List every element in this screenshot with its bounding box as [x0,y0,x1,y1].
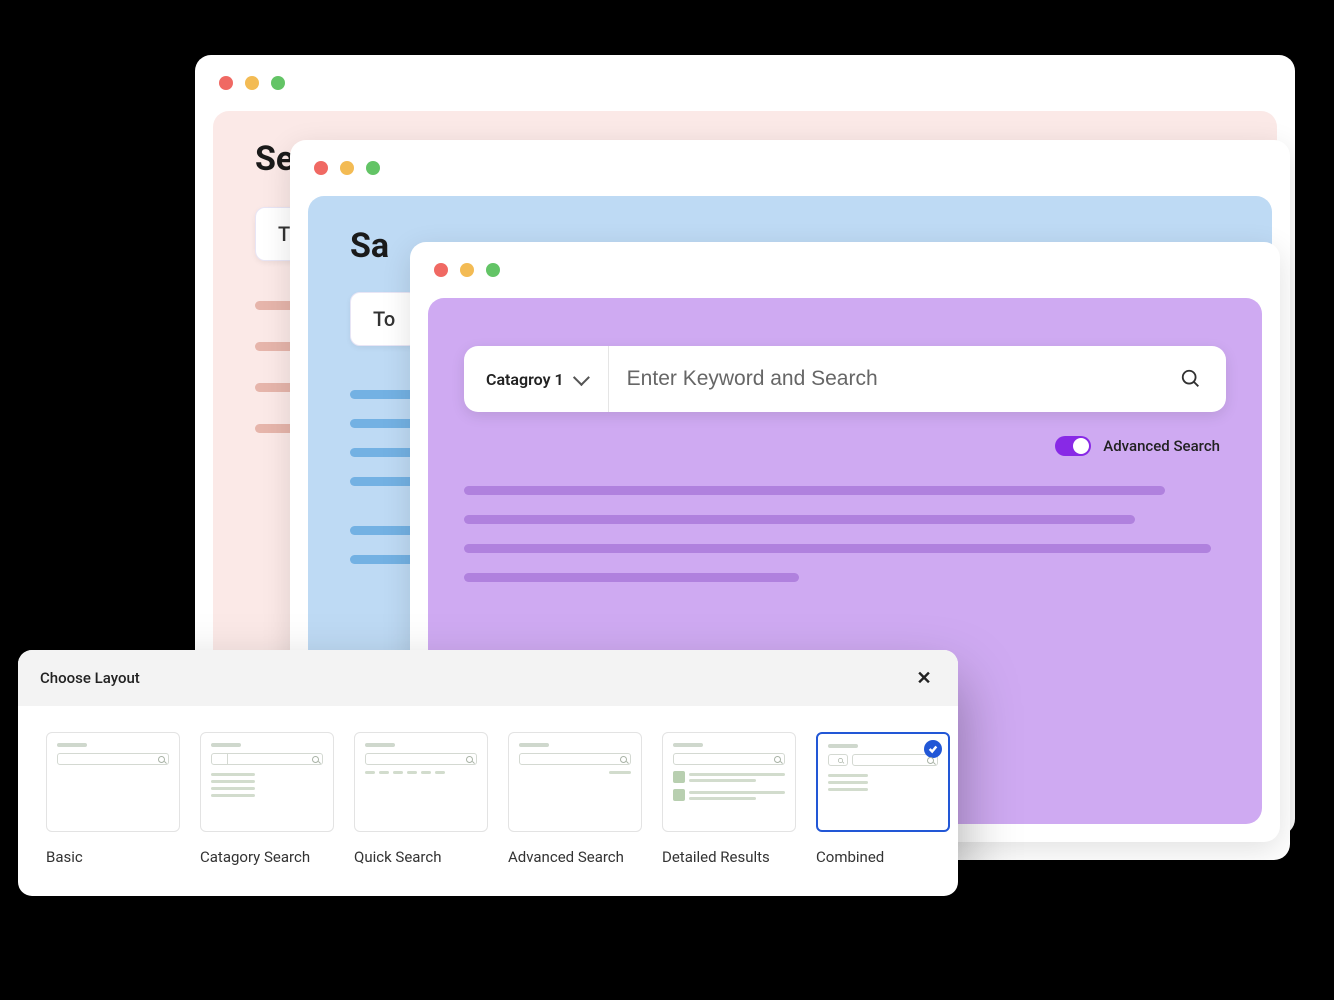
category-select[interactable]: Catagroy 1 [464,346,609,412]
placeholder-lines [464,486,1226,582]
layout-label: Advanced Search [508,848,642,866]
thumbnail [46,732,180,832]
zoom-dot-icon[interactable] [486,263,500,277]
minimize-dot-icon[interactable] [340,161,354,175]
chevron-down-icon [573,369,590,386]
layout-option-detailed-results[interactable]: Detailed Results [662,732,796,866]
window-controls [290,140,1290,196]
close-icon[interactable]: ✕ [912,666,936,690]
layout-label: Detailed Results [662,848,796,866]
chooser-body: Basic Catagory Search [18,706,958,896]
window-controls [195,55,1295,111]
chooser-header: Choose Layout ✕ [18,650,958,706]
layout-option-advanced-search[interactable]: Advanced Search [508,732,642,866]
chooser-title: Choose Layout [40,669,140,687]
layout-option-basic[interactable]: Basic [46,732,180,866]
selected-check-icon [924,740,942,758]
layout-chooser: Choose Layout ✕ Basic Catagory Sear [18,650,958,896]
layout-label: Basic [46,848,180,866]
search-icon[interactable] [1180,368,1202,390]
advanced-search-row: Advanced Search [428,436,1220,456]
close-dot-icon[interactable] [219,76,233,90]
category-label: Catagroy 1 [486,370,564,389]
advanced-search-label: Advanced Search [1103,437,1220,455]
zoom-dot-icon[interactable] [366,161,380,175]
minimize-dot-icon[interactable] [245,76,259,90]
zoom-dot-icon[interactable] [271,76,285,90]
layout-label: Quick Search [354,848,488,866]
advanced-search-toggle[interactable] [1055,436,1091,456]
search-bar: Catagroy 1 [464,346,1226,412]
thumbnail [200,732,334,832]
layout-option-combined[interactable]: Combined [816,732,950,866]
thumbnail [508,732,642,832]
chip[interactable]: To [350,292,418,346]
thumbnail [816,732,950,832]
thumbnail [354,732,488,832]
search-input[interactable] [609,367,1180,391]
layout-label: Combined [816,848,950,866]
window-controls [410,242,1280,298]
layout-option-quick-search[interactable]: Quick Search [354,732,488,866]
close-dot-icon[interactable] [314,161,328,175]
layout-label: Catagory Search [200,848,334,866]
thumbnail [662,732,796,832]
layout-option-category-search[interactable]: Catagory Search [200,732,334,866]
minimize-dot-icon[interactable] [460,263,474,277]
close-dot-icon[interactable] [434,263,448,277]
